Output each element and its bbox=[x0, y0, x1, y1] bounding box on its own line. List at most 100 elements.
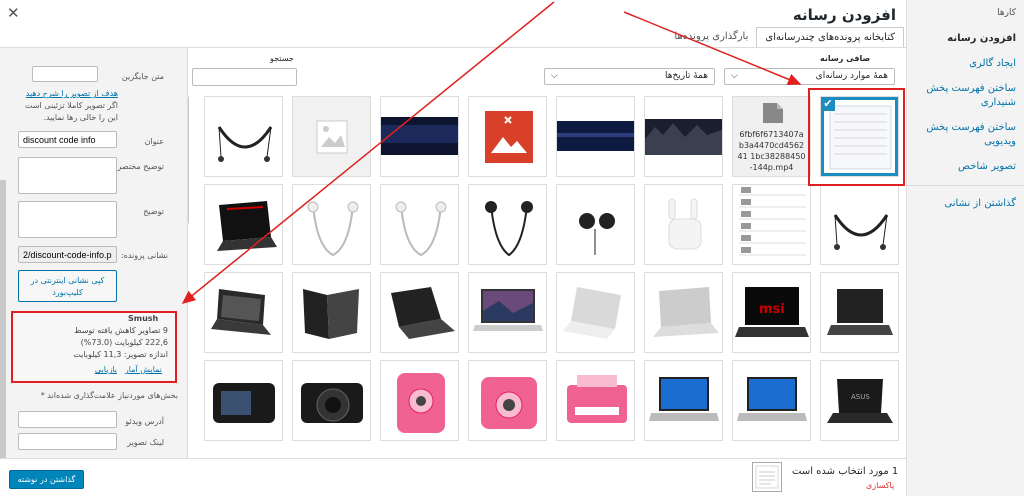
media-item[interactable] bbox=[468, 96, 547, 177]
selection-count: 1 مورد انتخاب شده است bbox=[792, 466, 899, 477]
smush-line-2: 222,6 کیلوبایت (73.0%) bbox=[80, 338, 168, 347]
media-item[interactable]: msi bbox=[732, 272, 811, 353]
description-field[interactable] bbox=[18, 201, 117, 238]
media-item[interactable] bbox=[820, 272, 899, 353]
dslr-back-thumbnail bbox=[205, 361, 282, 440]
file-name: 6fbf6f6713407ab3a4470cd456241 1bc3828845… bbox=[737, 130, 806, 172]
filter-label: صافی رسانه bbox=[820, 54, 871, 63]
video-url-field[interactable] bbox=[18, 411, 117, 428]
media-item[interactable] bbox=[468, 184, 547, 265]
instax-pink-thumbnail bbox=[469, 361, 546, 440]
media-item[interactable] bbox=[468, 360, 547, 441]
date-select[interactable]: همهٔ تاریخ‌ها ⌵ bbox=[544, 68, 715, 85]
menu-item-add-media[interactable]: افزودن رسانه bbox=[915, 32, 1016, 46]
media-item[interactable] bbox=[204, 96, 283, 177]
smush-restore-link[interactable]: بازیابی bbox=[95, 365, 117, 374]
clear-selection-link[interactable]: پاکسازی bbox=[866, 481, 894, 490]
media-item[interactable] bbox=[644, 184, 723, 265]
media-item[interactable] bbox=[732, 360, 811, 441]
media-item[interactable] bbox=[292, 360, 371, 441]
date-value: همهٔ تاریخ‌ها bbox=[664, 71, 708, 81]
title-field[interactable] bbox=[18, 131, 117, 148]
laptop-black-thumbnail bbox=[821, 273, 898, 352]
menu-item-featured-image[interactable]: تصویر شاخص bbox=[915, 160, 1016, 174]
dslr-front-thumbnail bbox=[293, 361, 370, 440]
alt-text-help-link[interactable]: هدف از تصویر را شرح دهید bbox=[26, 89, 118, 98]
menu-item-audio-playlist[interactable]: ساختن فهرست پخش شنیداری bbox=[915, 82, 1016, 110]
media-item[interactable] bbox=[556, 96, 635, 177]
search-label: جستجو bbox=[270, 54, 294, 63]
smush-title: Smush bbox=[128, 314, 159, 323]
media-item[interactable] bbox=[644, 96, 723, 177]
laptop-mac-silver-thumbnail bbox=[557, 273, 634, 352]
file-url-label: نشانی پرونده: bbox=[120, 251, 168, 260]
media-item[interactable] bbox=[556, 360, 635, 441]
media-item[interactable] bbox=[380, 272, 459, 353]
placeholder-thumbnail bbox=[293, 97, 370, 176]
media-item[interactable] bbox=[292, 272, 371, 353]
media-item[interactable] bbox=[556, 272, 635, 353]
search-input[interactable] bbox=[192, 68, 297, 86]
alt-text-field[interactable] bbox=[32, 66, 98, 82]
media-item[interactable] bbox=[556, 184, 635, 265]
smush-stats-link[interactable]: نمایش آمار bbox=[125, 365, 162, 374]
insert-into-post-button[interactable]: گذاشتن در نوشته bbox=[9, 470, 84, 489]
media-item[interactable] bbox=[380, 360, 459, 441]
media-item[interactable] bbox=[820, 184, 899, 265]
sidebar-scrollbar[interactable] bbox=[0, 180, 6, 492]
menu-item-create-gallery[interactable]: ایجاد گالری bbox=[915, 57, 1016, 71]
laptop-workstation-thumbnail bbox=[205, 273, 282, 352]
media-item[interactable] bbox=[644, 360, 723, 441]
close-icon[interactable]: ✕ bbox=[7, 4, 20, 22]
required-fields-note: بخش‌های موردنیاز علامت‌گذاری شده‌اند * bbox=[40, 391, 178, 400]
menu-header: کارها bbox=[997, 8, 1016, 18]
media-item[interactable] bbox=[204, 272, 283, 353]
media-item[interactable]: 6fbf6f6713407ab3a4470cd456241 1bc3828845… bbox=[732, 96, 811, 177]
pattern-thumbnail bbox=[557, 97, 634, 176]
media-item[interactable] bbox=[468, 272, 547, 353]
svg-text:ASUS: ASUS bbox=[851, 393, 870, 401]
media-item[interactable] bbox=[380, 96, 459, 177]
svg-text:msi: msi bbox=[759, 302, 785, 317]
media-type-select[interactable]: همهٔ موارد رسانه‌ای ⌵ bbox=[724, 68, 895, 85]
laptop-silver-thumbnail bbox=[645, 273, 722, 352]
menu-item-insert-from-url[interactable]: گذاشتن از نشانی bbox=[915, 197, 1016, 211]
specs-chart-thumbnail bbox=[733, 185, 810, 264]
alt-text-help: هدف از تصویر را شرح دهید اگر تصویر کاملا… bbox=[18, 88, 118, 124]
menu-item-video-playlist[interactable]: ساختن فهرست پخش ویدیویی bbox=[915, 121, 1016, 149]
laptop-gaming-thumbnail bbox=[205, 185, 282, 264]
media-item[interactable] bbox=[292, 96, 371, 177]
mountains-thumbnail bbox=[645, 97, 722, 176]
selected-thumbnail[interactable] bbox=[752, 462, 782, 492]
laptop-windows-thumbnail bbox=[645, 361, 722, 440]
caption-field[interactable] bbox=[18, 157, 117, 194]
image-link-field[interactable] bbox=[18, 433, 117, 450]
annotation-highlight-box bbox=[808, 88, 905, 186]
tab-media-library[interactable]: کتابخانه پرونده‌های چندرسانه‌ای bbox=[756, 27, 904, 48]
file-url-field[interactable] bbox=[18, 246, 117, 263]
media-item[interactable] bbox=[644, 272, 723, 353]
media-item[interactable] bbox=[204, 360, 283, 441]
earpods-case-thumbnail bbox=[645, 185, 722, 264]
media-item[interactable] bbox=[292, 184, 371, 265]
media-grid: ✔ 6fbf6f6713407ab3a4470cd456241 1bc382884… bbox=[196, 96, 900, 452]
printer-pink-thumbnail bbox=[557, 361, 634, 440]
instax-pink-front-thumbnail bbox=[381, 361, 458, 440]
earbuds-black-thumbnail bbox=[557, 185, 634, 264]
earphones-black-thumbnail bbox=[469, 185, 546, 264]
broken-image-thumbnail bbox=[469, 97, 546, 176]
laptop-msi-thumbnail: msi bbox=[733, 273, 810, 352]
media-item[interactable] bbox=[204, 184, 283, 265]
laptop-black-open-thumbnail bbox=[381, 273, 458, 352]
media-item[interactable] bbox=[732, 184, 811, 265]
laptop-mac-desktop-thumbnail bbox=[469, 273, 546, 352]
laptop-black-side-thumbnail bbox=[293, 273, 370, 352]
neckband-thumbnail bbox=[205, 97, 282, 176]
menu-divider bbox=[907, 185, 1024, 186]
copy-url-button[interactable]: کپی نشانی اینترنتی در کلیپ‌بورد bbox=[18, 270, 117, 302]
media-item[interactable] bbox=[380, 184, 459, 265]
chevron-down-icon: ⌵ bbox=[551, 71, 558, 81]
selected-thumbnail-image bbox=[755, 465, 779, 489]
media-item[interactable]: ASUS bbox=[820, 360, 899, 441]
tab-upload-files[interactable]: بارگذاری پرونده‌ها bbox=[666, 27, 756, 48]
